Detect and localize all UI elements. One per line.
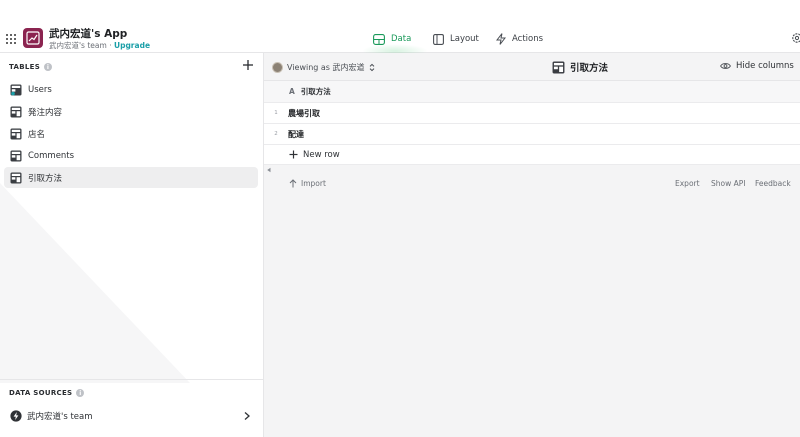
upgrade-link[interactable]: Upgrade bbox=[114, 41, 150, 50]
sidebar-item-label: Users bbox=[28, 84, 52, 95]
tables-heading: TABLES i bbox=[9, 63, 53, 71]
sidebar-item-label: 店名 bbox=[28, 129, 46, 140]
chevron-right-icon[interactable] bbox=[243, 411, 251, 421]
column-header[interactable]: A 引取方法 bbox=[264, 81, 800, 103]
table-icon bbox=[10, 150, 22, 161]
layout-icon bbox=[433, 33, 444, 45]
sidebar-item-users[interactable]: Users bbox=[4, 79, 258, 100]
sidebar-item-label: 引取方法 bbox=[28, 173, 63, 184]
data-icon bbox=[373, 33, 385, 45]
subtitle-separator: · bbox=[109, 41, 112, 50]
sidebar: TABLES i Users 発注内容 店名 Comments 引取方法 DAT… bbox=[0, 53, 264, 437]
table-icon bbox=[10, 106, 22, 117]
table-icon bbox=[552, 61, 565, 73]
tab-actions[interactable]: Actions bbox=[496, 31, 543, 47]
tab-layout-label: Layout bbox=[450, 34, 479, 44]
plus-icon bbox=[289, 150, 298, 159]
settings-gear-icon[interactable] bbox=[791, 32, 800, 44]
sidebar-item-label: 発注内容 bbox=[28, 107, 63, 118]
feedback-link[interactable]: Feedback bbox=[755, 179, 791, 188]
user-table-icon bbox=[10, 84, 22, 95]
cell-value[interactable]: 農場引取 bbox=[288, 108, 320, 119]
table-title-label: 引取方法 bbox=[570, 63, 609, 74]
bolt-icon bbox=[10, 410, 22, 422]
import-button[interactable]: Import bbox=[289, 179, 326, 188]
app-title[interactable]: 武内宏道's App bbox=[49, 26, 127, 41]
cell-value[interactable]: 配達 bbox=[288, 129, 304, 140]
chevron-updown-icon bbox=[369, 63, 374, 71]
tables-heading-label: TABLES bbox=[9, 63, 41, 71]
data-sources-heading: DATA SOURCES i bbox=[9, 389, 85, 397]
hide-columns-button[interactable]: Hide columns bbox=[720, 61, 794, 71]
data-sources-divider bbox=[0, 379, 263, 380]
viewing-as-selector[interactable]: Viewing as 武内宏道 bbox=[272, 61, 375, 73]
show-api-link[interactable]: Show API bbox=[711, 179, 746, 188]
tab-data[interactable]: Data bbox=[373, 31, 411, 47]
team-subtitle: 武内宏道's team · Upgrade bbox=[49, 40, 150, 51]
sidebar-item-shops[interactable]: 店名 bbox=[4, 123, 258, 144]
hide-columns-label: Hide columns bbox=[736, 61, 794, 71]
row-number: 2 bbox=[274, 131, 278, 137]
sidebar-item-label: Comments bbox=[28, 150, 75, 161]
table-title: 引取方法 bbox=[552, 60, 608, 74]
row-number: 1 bbox=[274, 110, 278, 116]
tab-data-label: Data bbox=[391, 34, 412, 44]
export-link[interactable]: Export bbox=[675, 179, 700, 188]
team-name: 武内宏道's team bbox=[49, 41, 107, 50]
data-grid: A 引取方法 1 農場引取 2 配達 New row bbox=[264, 81, 800, 165]
collapse-left-icon[interactable] bbox=[266, 167, 272, 173]
data-toolbar: Viewing as 武内宏道 引取方法 Hide columns bbox=[264, 53, 800, 81]
apps-grid-icon[interactable] bbox=[6, 34, 16, 44]
data-source-item[interactable]: 武内宏道's team bbox=[4, 406, 258, 426]
info-icon[interactable]: i bbox=[44, 63, 53, 71]
tab-actions-label: Actions bbox=[512, 34, 544, 44]
viewing-as-label: Viewing as 武内宏道 bbox=[287, 62, 365, 72]
app-header: 武内宏道's App 武内宏道's team · Upgrade Data La… bbox=[0, 0, 800, 58]
sidebar-item-pickup-method[interactable]: 引取方法 bbox=[4, 167, 258, 188]
sidebar-item-orders[interactable]: 発注内容 bbox=[4, 101, 258, 122]
app-logo-icon[interactable] bbox=[23, 28, 43, 48]
new-row-label: New row bbox=[303, 149, 340, 160]
new-row-button[interactable]: New row bbox=[264, 145, 800, 165]
arrow-up-icon bbox=[289, 179, 297, 188]
eye-icon bbox=[720, 63, 731, 69]
data-editor: Viewing as 武内宏道 引取方法 Hide columns A 引取方法… bbox=[264, 53, 800, 437]
data-sources-heading-label: DATA SOURCES bbox=[9, 389, 73, 397]
column-name: 引取方法 bbox=[300, 87, 331, 96]
table-icon bbox=[10, 128, 22, 139]
avatar bbox=[272, 61, 283, 73]
import-label: Import bbox=[301, 179, 326, 188]
text-type-icon: A bbox=[289, 87, 295, 96]
table-row[interactable]: 2 配達 bbox=[264, 124, 800, 145]
table-row[interactable]: 1 農場引取 bbox=[264, 103, 800, 124]
actions-bolt-icon bbox=[496, 33, 506, 45]
sidebar-item-comments[interactable]: Comments bbox=[4, 145, 258, 166]
info-icon[interactable]: i bbox=[76, 389, 85, 397]
add-icon[interactable] bbox=[241, 58, 255, 72]
tab-layout[interactable]: Layout bbox=[433, 31, 479, 47]
sidebar-decoration bbox=[0, 183, 190, 383]
table-icon bbox=[10, 172, 22, 183]
data-source-label: 武内宏道's team bbox=[27, 412, 93, 422]
